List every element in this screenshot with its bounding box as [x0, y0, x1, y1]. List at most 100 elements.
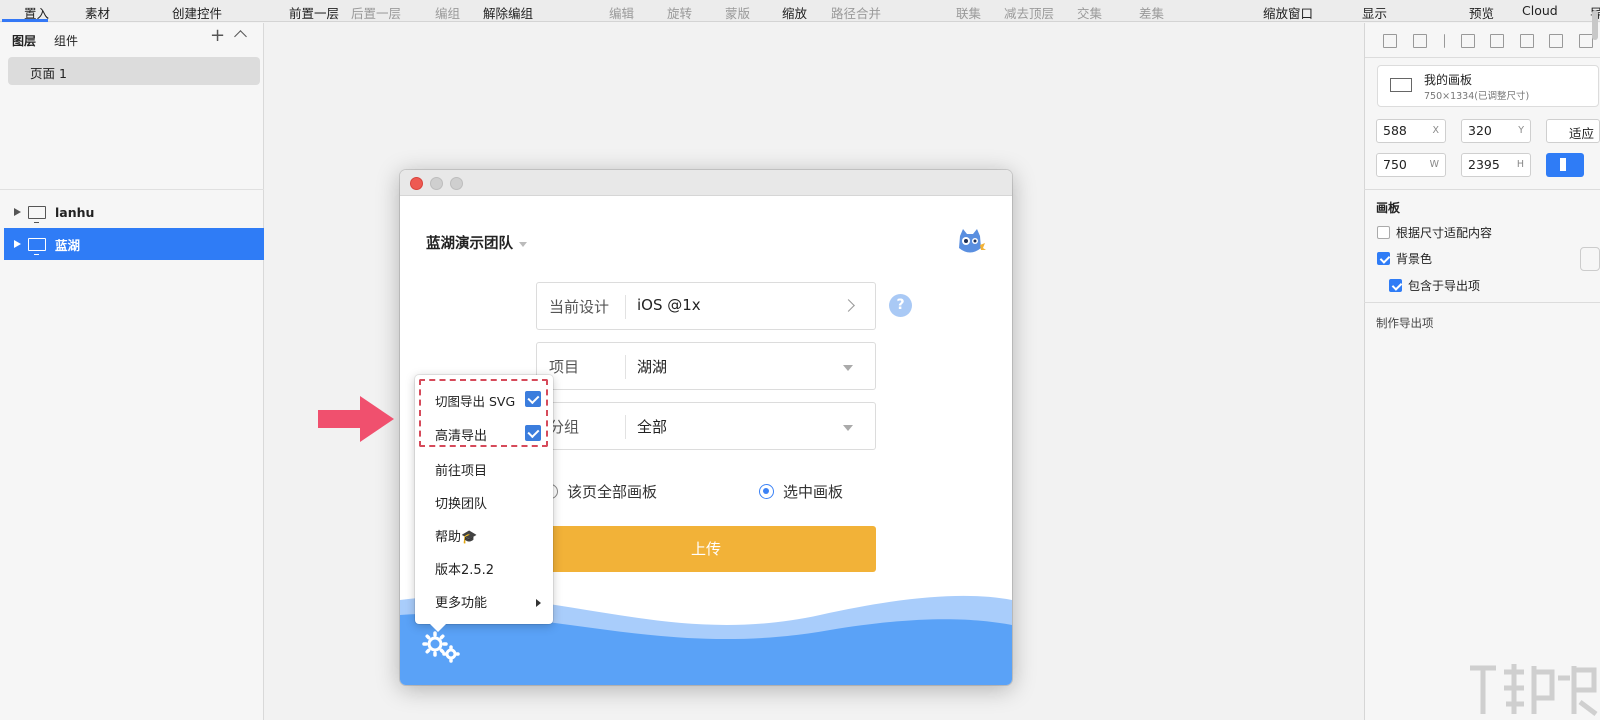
align-middle-icon[interactable] — [1519, 34, 1534, 48]
project-value: 湖湖 — [637, 358, 668, 376]
sidebar-divider — [0, 189, 264, 190]
menu-item-goto-project[interactable]: 前往项目 — [435, 460, 487, 479]
radio-all-label: 该页全部画板 — [567, 483, 658, 501]
h-label: H — [1516, 159, 1524, 170]
toolbar-backward[interactable]: 后置一层 — [351, 3, 401, 22]
make-export-label[interactable]: 制作导出项 — [1376, 315, 1434, 331]
x-field[interactable]: 588 X — [1376, 119, 1446, 143]
toolbar-forward[interactable]: 前置一层 — [289, 3, 339, 22]
project-select[interactable]: 项目 湖湖 — [536, 342, 876, 390]
team-name: 蓝湖演示团队 — [426, 236, 513, 252]
fit-dropdown[interactable]: 适应 — [1546, 119, 1600, 143]
artboard-preset-card[interactable]: 我的画板 750×1334(已调整尺寸) — [1377, 65, 1599, 107]
menu-pointer — [430, 624, 446, 632]
toolbar-preview[interactable]: 预览 — [1469, 3, 1494, 22]
align-toolbar — [1383, 29, 1593, 53]
inspector-divider — [1364, 302, 1600, 303]
artboard-size: 750×1334(已调整尺寸) — [1424, 91, 1530, 102]
align-right-icon[interactable] — [1460, 34, 1475, 48]
artboard-icon — [28, 205, 46, 223]
align-baseline-icon[interactable] — [1578, 34, 1593, 48]
height-field[interactable]: 2395 H — [1461, 153, 1531, 177]
dropdown-arrow-icon — [843, 425, 853, 431]
fit-content-checkbox[interactable] — [1377, 226, 1390, 239]
align-center-h-icon[interactable] — [1412, 34, 1427, 48]
w-value: 750 — [1383, 157, 1407, 172]
row-separator — [625, 295, 626, 319]
window-titlebar — [400, 170, 1012, 196]
bg-color-swatch[interactable] — [1580, 247, 1600, 271]
collapse-icon[interactable] — [234, 30, 247, 43]
upload-button[interactable]: 上传 — [536, 526, 876, 572]
team-selector[interactable]: 蓝湖演示团队 — [426, 232, 527, 253]
menu-item-help[interactable]: 帮助🎓 — [435, 526, 477, 545]
current-design-row[interactable]: 当前设计 iOS @1x — [536, 282, 876, 330]
toolbar-create-symbol[interactable]: 创建控件 — [172, 3, 222, 22]
help-icon[interactable]: ? — [889, 294, 912, 317]
settings-gear-icon[interactable] — [422, 630, 462, 664]
y-value: 320 — [1468, 123, 1492, 138]
group-label: 分组 — [549, 418, 580, 436]
align-top-icon[interactable] — [1490, 34, 1505, 48]
current-design-label: 当前设计 — [549, 298, 610, 316]
maximize-icon[interactable] — [450, 177, 463, 190]
project-label: 项目 — [549, 358, 580, 376]
page-item[interactable]: 页面 1 — [8, 57, 260, 85]
app-window: 置入 素材 创建控件 前置一层 后置一层 编组 解除编组 编辑 旋转 蒙版 缩放… — [0, 0, 1600, 720]
y-field[interactable]: 320 Y — [1461, 119, 1531, 143]
toolbar-cloud[interactable]: Cloud — [1522, 3, 1558, 18]
bg-color-checkbox[interactable] — [1377, 252, 1390, 265]
minimize-icon[interactable] — [430, 177, 443, 190]
toolbar-assets[interactable]: 素材 — [85, 3, 110, 22]
toolbar-difference[interactable]: 差集 — [1139, 3, 1164, 22]
graduation-cap-icon: 🎓 — [461, 530, 478, 545]
inspector-divider — [1365, 57, 1600, 58]
toolbar-ungroup[interactable]: 解除编组 — [483, 3, 533, 22]
disclosure-triangle-icon[interactable] — [14, 208, 21, 216]
help-label: 帮助 — [435, 530, 462, 545]
y-label: Y — [1518, 125, 1524, 136]
toolbar-union[interactable]: 联集 — [956, 3, 981, 22]
artboard-icon — [1390, 78, 1412, 92]
watermark-logo — [1470, 664, 1598, 716]
orientation-toggle[interactable] — [1546, 153, 1584, 177]
toolbar-intersect[interactable]: 交集 — [1077, 3, 1102, 22]
layer-label: lanhu — [55, 204, 95, 220]
width-field[interactable]: 750 W — [1376, 153, 1446, 177]
radio-selected-artboards[interactable] — [759, 484, 774, 499]
inspector-divider — [1364, 189, 1600, 190]
distribute-icon[interactable] — [1442, 34, 1446, 48]
toolbar-mask[interactable]: 蒙版 — [725, 3, 750, 22]
inspector-scrollbar[interactable] — [1592, 10, 1598, 40]
close-icon[interactable] — [410, 177, 423, 190]
tab-components[interactable]: 组件 — [54, 32, 78, 49]
layer-row-lanhu-cn[interactable]: 蓝湖 — [4, 228, 264, 260]
layer-row-lanhu[interactable]: lanhu — [4, 196, 264, 228]
menu-item-switch-team[interactable]: 切换团队 — [435, 493, 487, 512]
align-left-icon[interactable] — [1383, 34, 1397, 48]
toolbar-group[interactable]: 编组 — [435, 3, 460, 22]
current-design-value: iOS @1x — [637, 296, 701, 314]
toolbar-scale[interactable]: 缩放 — [782, 3, 807, 22]
pointer-arrow-icon — [318, 396, 394, 442]
add-page-icon[interactable]: + — [210, 27, 225, 45]
tab-layers[interactable]: 图层 — [12, 32, 36, 49]
highlight-dashed-box — [419, 379, 548, 447]
align-bottom-icon[interactable] — [1549, 34, 1564, 48]
artboard-icon — [28, 237, 46, 255]
h-value: 2395 — [1468, 157, 1500, 172]
x-value: 588 — [1383, 123, 1407, 138]
group-select[interactable]: 分组 全部 — [536, 402, 876, 450]
include-export-label: 包含于导出项 — [1408, 279, 1481, 293]
toolbar-rotate[interactable]: 旋转 — [667, 3, 692, 22]
toolbar-subtract[interactable]: 减去顶层 — [1004, 3, 1054, 22]
include-export-checkbox[interactable] — [1389, 279, 1402, 292]
toolbar-edit[interactable]: 编辑 — [609, 3, 634, 22]
toolbar-view[interactable]: 显示 — [1362, 3, 1387, 22]
disclosure-triangle-icon[interactable] — [14, 240, 21, 248]
menu-item-more-features[interactable]: 更多功能 — [435, 592, 487, 611]
row-separator — [625, 355, 626, 379]
toolbar-zoom-window[interactable]: 缩放窗口 — [1263, 3, 1313, 22]
w-label: W — [1429, 159, 1439, 170]
toolbar-path-combine[interactable]: 路径合并 — [831, 3, 881, 22]
